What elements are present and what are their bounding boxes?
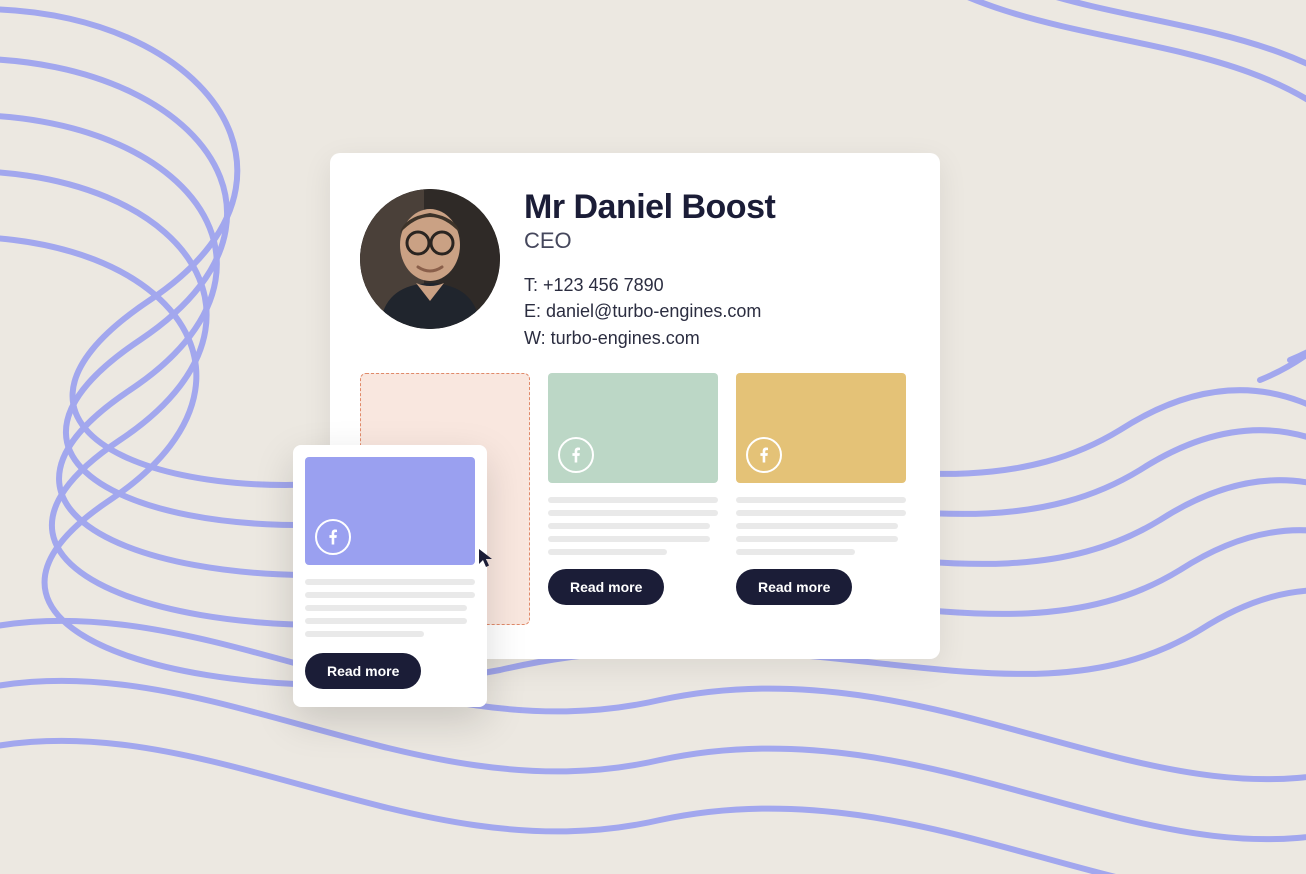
web-value: turbo-engines.com (551, 328, 700, 348)
text-placeholder (305, 579, 475, 637)
signature-header: Mr Daniel Boost CEO T: +123 456 7890 E: … (360, 189, 910, 351)
facebook-icon (315, 519, 351, 555)
person-name: Mr Daniel Boost (524, 189, 775, 226)
text-placeholder (736, 497, 906, 555)
read-more-button[interactable]: Read more (305, 653, 421, 689)
facebook-icon (558, 437, 594, 473)
read-more-button[interactable]: Read more (548, 569, 664, 605)
content-card-3: Read more (736, 373, 906, 625)
contact-email: E: daniel@turbo-engines.com (524, 298, 775, 324)
contact-website: W: turbo-engines.com (524, 325, 775, 351)
text-placeholder (548, 497, 718, 555)
card-thumbnail (548, 373, 718, 483)
email-label: E: (524, 301, 546, 321)
dragging-content-card[interactable]: Read more (293, 445, 487, 707)
web-label: W: (524, 328, 551, 348)
avatar (360, 189, 500, 329)
email-value: daniel@turbo-engines.com (546, 301, 761, 321)
read-more-button[interactable]: Read more (736, 569, 852, 605)
identity-block: Mr Daniel Boost CEO T: +123 456 7890 E: … (524, 189, 775, 351)
content-card-2: Read more (548, 373, 718, 625)
person-role: CEO (524, 228, 775, 254)
card-thumbnail (305, 457, 475, 565)
card-thumbnail (736, 373, 906, 483)
facebook-icon (746, 437, 782, 473)
contact-block: T: +123 456 7890 E: daniel@turbo-engines… (524, 272, 775, 350)
phone-label: T: (524, 275, 543, 295)
phone-value: +123 456 7890 (543, 275, 664, 295)
contact-phone: T: +123 456 7890 (524, 272, 775, 298)
